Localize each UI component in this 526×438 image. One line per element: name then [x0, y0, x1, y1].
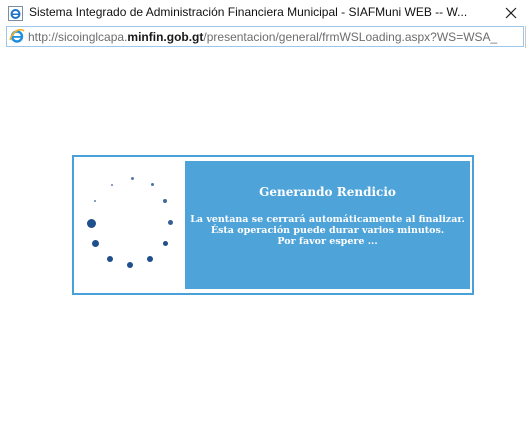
address-bar[interactable]: http://sicoinglcapa.minfin.gob.gt/presen…: [6, 26, 524, 47]
url-text[interactable]: http://sicoinglcapa.minfin.gob.gt/presen…: [28, 30, 522, 44]
window-title: Sistema Integrado de Administración Fina…: [29, 5, 468, 19]
loading-message-line-1: La ventana se cerrará automáticamente al…: [190, 214, 465, 225]
url-prefix: http://sicoinglcapa.: [28, 30, 128, 44]
title-bar: Sistema Integrado de Administración Fina…: [0, 0, 526, 26]
spinner-dot: [163, 199, 167, 203]
url-domain: minfin.gob.gt: [127, 30, 204, 44]
spinner-dot: [131, 177, 134, 180]
url-suffix: /presentacion/general/frmWSLoading.aspx?…: [203, 30, 498, 44]
spinner-dot: [163, 241, 168, 246]
message-panel: Generando Rendicio La ventana se cerrará…: [185, 161, 470, 289]
loading-dialog: Generando Rendicio La ventana se cerrará…: [72, 155, 474, 295]
close-icon: [505, 7, 517, 19]
spinner-dot: [111, 184, 113, 186]
spinner-dot: [168, 220, 173, 225]
loading-title: Generando Rendicio: [259, 185, 396, 199]
spinner-dot: [147, 256, 153, 262]
page-content: Generando Rendicio La ventana se cerrará…: [0, 48, 526, 438]
spinner-dot: [151, 183, 154, 186]
ie-page-icon: [8, 6, 23, 21]
spinner-dot: [107, 256, 113, 262]
spinner-dot: [92, 240, 99, 247]
loading-spinner-icon: [82, 173, 182, 277]
browser-popup-window: Sistema Integrado de Administración Fina…: [0, 0, 526, 438]
spinner-dot: [127, 262, 133, 268]
spinner-dot: [94, 200, 96, 202]
close-button[interactable]: [496, 0, 526, 26]
spinner-dot: [87, 219, 96, 228]
loading-message-line-3: Por favor espere ...: [277, 236, 378, 247]
loading-message-line-2: Ésta operación puede durar varios minuto…: [210, 225, 445, 236]
internet-explorer-icon: [9, 28, 25, 44]
